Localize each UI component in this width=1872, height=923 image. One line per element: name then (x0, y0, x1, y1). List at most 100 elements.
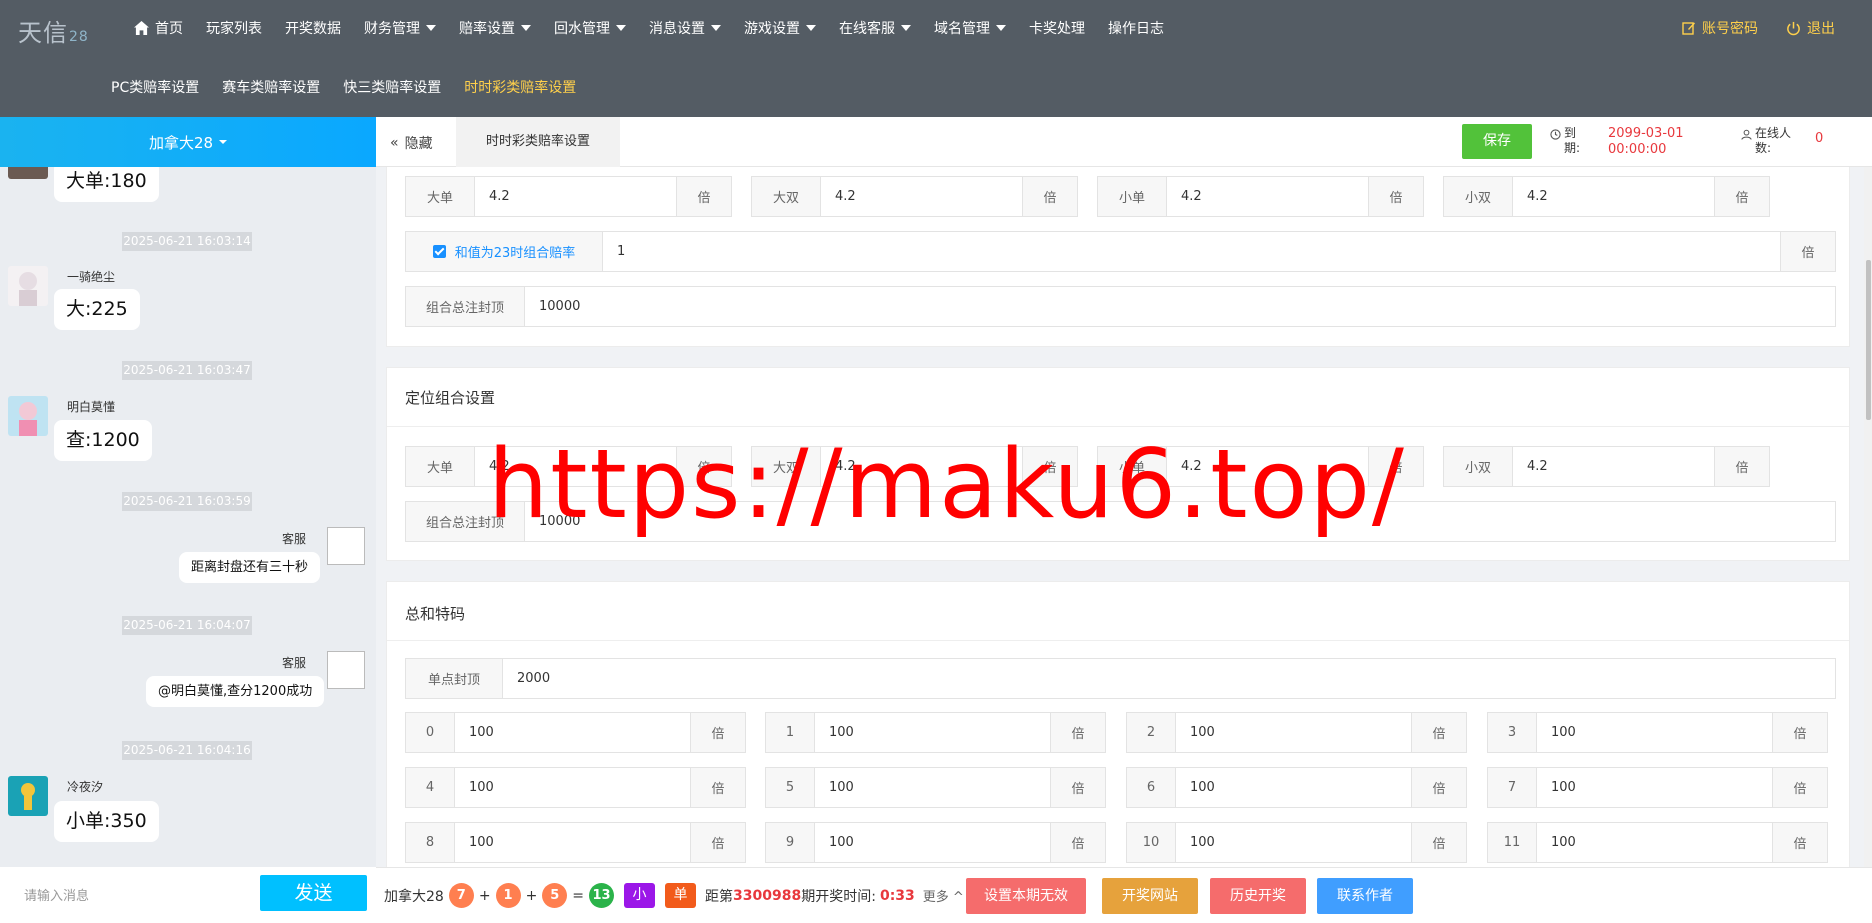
expiry-label: 到期: (1564, 126, 1581, 155)
avatar (8, 776, 48, 816)
invalidate-period-button[interactable]: 设置本期无效 (966, 878, 1086, 914)
message-bubble: @明白莫懂,查分1200成功 (146, 676, 325, 707)
nav-item-game-settings[interactable]: 游戏设置 (744, 18, 816, 38)
chevron-down-icon (521, 25, 531, 31)
nav-item-messages[interactable]: 消息设置 (649, 18, 721, 38)
user-icon (1741, 129, 1752, 140)
sum-number-input[interactable]: 100 (1176, 713, 1411, 752)
sum-number-label: 7 (1488, 768, 1537, 807)
result-ball: 5 (542, 883, 568, 908)
unit-label: 倍 (690, 713, 745, 752)
save-button[interactable]: 保存 (1462, 124, 1532, 159)
sum-number-input[interactable]: 100 (1176, 768, 1411, 807)
sum-number-label: 9 (766, 823, 815, 862)
sum-number-field: 11 100 倍 (1487, 822, 1828, 863)
account-password-link[interactable]: 账号密码 (1682, 18, 1758, 38)
sum-number-input[interactable]: 100 (455, 713, 690, 752)
sender-name: 一骑绝尘 (67, 270, 116, 284)
sum-number-field: 0 100 倍 (405, 712, 746, 753)
unit-label: 倍 (690, 768, 745, 807)
nav-item-players[interactable]: 玩家列表 (206, 18, 262, 38)
chevron-down-icon (711, 25, 721, 31)
nav-item-logs[interactable]: 操作日志 (1108, 18, 1164, 38)
broken-image-avatar (327, 527, 365, 565)
sender-name: 客服 (282, 532, 307, 546)
combo-odds-card: 大单 4.2 倍 大双 4.2 倍 小单 4.2 倍 小双 4.2 倍 和值为23时组合赔率 1… (386, 167, 1850, 347)
chevron-down-icon (806, 25, 816, 31)
history-draw-button[interactable]: 历史开奖 (1210, 878, 1306, 914)
message-bubble: 距离封盘还有三十秒 (179, 552, 321, 583)
sum23-checkbox[interactable]: 和值为23时组合赔率 (406, 232, 603, 271)
sender-name: 冷夜汐 (67, 780, 104, 794)
odds-field-big-odd: 大单 4.2 倍 (405, 176, 732, 217)
sum-number-label: 1 (766, 713, 815, 752)
unit-label: 倍 (1050, 823, 1105, 862)
period-number: 3300988 (733, 887, 802, 904)
sum-number-field: 5 100 倍 (765, 767, 1106, 808)
send-button[interactable]: 发送 (260, 875, 367, 911)
sum-number-input[interactable]: 100 (455, 768, 690, 807)
unit-label: 倍 (1772, 823, 1827, 862)
logout-link[interactable]: 退出 (1786, 18, 1835, 38)
nav-item-draw-data[interactable]: 开奖数据 (285, 18, 341, 38)
sum-number-input[interactable]: 100 (1537, 713, 1772, 752)
sum-number-field: 8 100 倍 (405, 822, 746, 863)
chat-panel: 大单:180 2025-06-21 16:03:14 一骑绝尘 大:225 20… (0, 167, 376, 867)
sum-number-field: 9 100 倍 (765, 822, 1106, 863)
message-bubble: 小单:350 (54, 801, 159, 842)
contact-author-button[interactable]: 联系作者 (1317, 878, 1413, 914)
nav-item-stuck-draw[interactable]: 卡奖处理 (1029, 18, 1085, 38)
nav-item-support[interactable]: 在线客服 (839, 18, 911, 38)
chevron-down-icon (426, 25, 436, 31)
sum-number-input[interactable]: 100 (1537, 768, 1772, 807)
countdown: 0:33 (879, 887, 915, 904)
sum-number-input[interactable]: 100 (455, 823, 690, 862)
sum-number-field: 7 100 倍 (1487, 767, 1828, 808)
subnav-racing-odds[interactable]: 赛车类赔率设置 (222, 77, 320, 97)
sum-number-label: 2 (1127, 713, 1176, 752)
result-size-badge: 小 (624, 883, 656, 908)
sum-number-label: 0 (406, 713, 455, 752)
tab-ssc-odds[interactable]: 时时彩类赔率设置 (456, 117, 620, 167)
sum-number-field: 6 100 倍 (1126, 767, 1467, 808)
clock-icon (1550, 129, 1561, 140)
nav-item-finance[interactable]: 财务管理 (364, 18, 436, 38)
nav-item-rebate[interactable]: 回水管理 (554, 18, 626, 38)
divider (387, 426, 1849, 427)
draw-website-button[interactable]: 开奖网站 (1102, 878, 1198, 914)
sum-number-input[interactable]: 100 (815, 768, 1050, 807)
sum-number-input[interactable]: 100 (815, 823, 1050, 862)
more-link[interactable]: 更多 ^ (923, 886, 964, 905)
chevron-up-icon: ^ (948, 890, 964, 905)
online-label: 在线人数: (1755, 126, 1792, 155)
scrollbar-thumb[interactable] (1866, 260, 1871, 420)
double-chevron-left-icon: « (390, 135, 399, 151)
sum-number-label: 6 (1127, 768, 1176, 807)
subnav-pc-odds[interactable]: PC类赔率设置 (111, 77, 199, 97)
nav-item-domains[interactable]: 域名管理 (934, 18, 1006, 38)
sum-number-input[interactable]: 100 (815, 713, 1050, 752)
subnav-k3-odds[interactable]: 快三类赔率设置 (343, 77, 441, 97)
message-timestamp: 2025-06-21 16:03:59 (122, 492, 252, 511)
nav-item-home[interactable]: 首页 (134, 18, 183, 38)
draw-status-bar: 加拿大28 7 + 1 + 5 = 13 小 单 距第 3300988 期开奖时间:… (376, 867, 1872, 923)
result-sum: 13 (589, 883, 615, 908)
sum-number-label: 8 (406, 823, 455, 862)
nav-item-odds[interactable]: 赔率设置 (459, 18, 531, 38)
subnav-ssc-odds[interactable]: 时时彩类赔率设置 (464, 77, 576, 97)
game-selector[interactable]: 加拿大28 (0, 117, 376, 167)
sum-number-input[interactable]: 100 (1176, 823, 1411, 862)
main-nav: 首页 玩家列表 开奖数据 财务管理 赔率设置 回水管理 消息设置 游戏设置 在线… (134, 18, 1187, 38)
app-logo[interactable]: 天信28 (18, 13, 89, 48)
sum-number-label: 4 (406, 768, 455, 807)
draw-result: 加拿大28 7 + 1 + 5 = 13 小 单 距第 3300988 期开奖时间:… (384, 883, 964, 908)
hide-button[interactable]: «隐藏 (390, 133, 433, 153)
expiry-info: 到期: 2099-03-01 00:00:00 (1550, 126, 1688, 158)
odds-field-small-even: 小双 4.2 倍 (1443, 446, 1770, 487)
broken-image-avatar (327, 651, 365, 689)
sum-number-input[interactable]: 100 (1537, 823, 1772, 862)
sum-number-field: 10 100 倍 (1126, 822, 1467, 863)
message-bubble: 大:225 (54, 289, 140, 330)
message-bubble: 大单:180 (54, 167, 159, 202)
message-input[interactable]: 请输入消息 (24, 885, 89, 904)
